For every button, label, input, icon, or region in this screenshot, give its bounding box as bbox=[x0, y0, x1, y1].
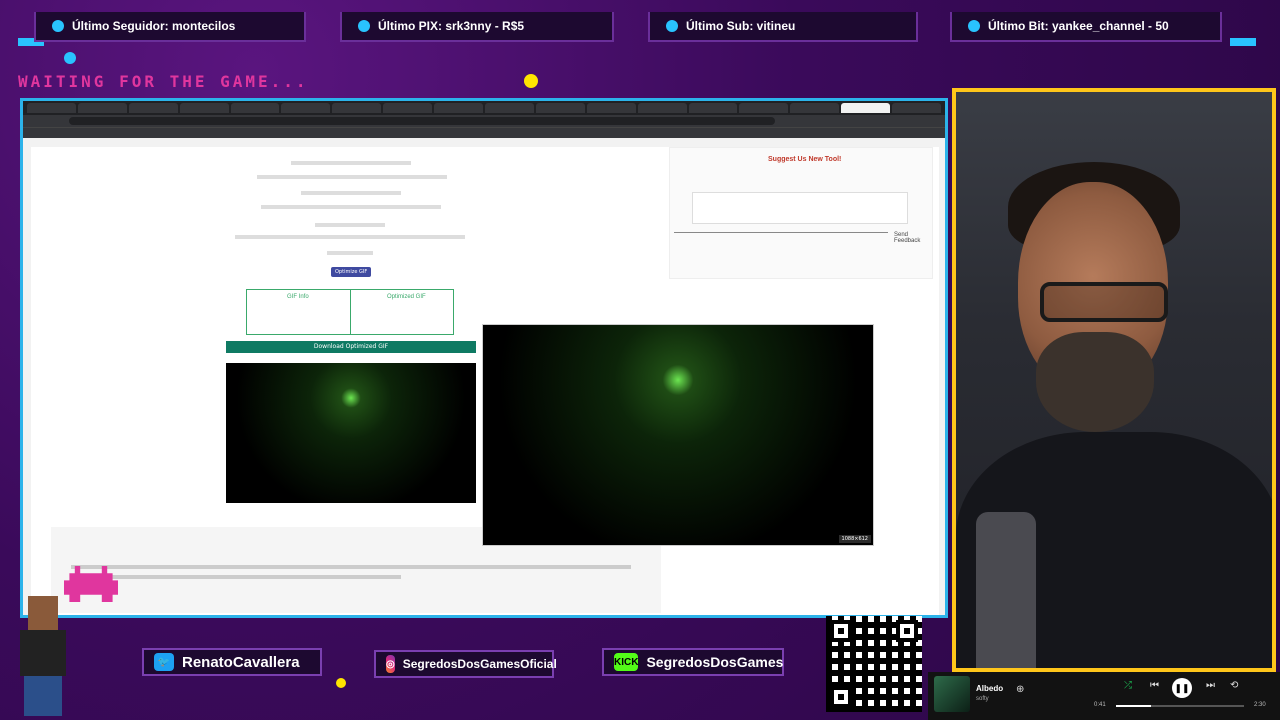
text-line bbox=[315, 223, 385, 227]
qr-finder bbox=[896, 620, 918, 642]
kick-handle: KICK SegredosDosGames bbox=[602, 648, 784, 676]
browser-tab[interactable] bbox=[586, 103, 636, 113]
alert-last-follower: Último Seguidor: montecilos bbox=[34, 12, 306, 42]
browser-tab-active[interactable] bbox=[841, 103, 891, 113]
instagram-handle: ◎ SegredosDosGamesOficial bbox=[374, 650, 557, 678]
suggest-tool-panel: Suggest Us New Tool! Send Feedback bbox=[669, 147, 933, 279]
qr-finder bbox=[830, 620, 852, 642]
sprite-legs bbox=[24, 676, 62, 716]
elapsed-time: 0:41 bbox=[1094, 702, 1106, 708]
browser-tab[interactable] bbox=[179, 103, 229, 113]
gif-info-title: GIF Info bbox=[287, 294, 309, 300]
heart-icon bbox=[968, 20, 980, 32]
sprite-body bbox=[20, 630, 66, 676]
alert-last-bit: Último Bit: yankee_channel - 50 bbox=[950, 12, 1222, 42]
next-icon[interactable]: ⏭ bbox=[1206, 680, 1215, 691]
browser-tab[interactable] bbox=[230, 103, 280, 113]
twitter-icon: 🐦 bbox=[154, 653, 174, 671]
alert-sub-text: Último Sub: vitineu bbox=[686, 19, 796, 33]
optimize-gif-button[interactable]: Optimize GIF bbox=[331, 267, 372, 277]
browser-tab[interactable] bbox=[688, 103, 738, 113]
browser-tab[interactable] bbox=[434, 103, 484, 113]
yellow-pacman-dot bbox=[524, 74, 538, 88]
alert-bit-text: Último Bit: yankee_channel - 50 bbox=[988, 19, 1169, 33]
email-input[interactable] bbox=[674, 232, 888, 233]
suggestion-textarea[interactable] bbox=[692, 192, 908, 224]
twitter-handle: 🐦 RenatoCavallera bbox=[142, 648, 322, 676]
qr-label: livepix.gg/segredosdosgames bbox=[826, 602, 932, 611]
pause-button[interactable]: ❚❚ bbox=[1172, 678, 1192, 698]
text-line bbox=[261, 205, 441, 209]
browser-tab[interactable] bbox=[485, 103, 534, 113]
webcam-feed bbox=[952, 88, 1276, 672]
browser-tab[interactable] bbox=[128, 103, 178, 113]
browser-tab[interactable] bbox=[790, 103, 840, 113]
text-line bbox=[327, 251, 373, 255]
instagram-icon: ◎ bbox=[386, 655, 395, 673]
qr-finder bbox=[830, 686, 852, 708]
optimized-gif-title: Optimized GIF bbox=[387, 294, 426, 300]
blue-dot bbox=[64, 52, 76, 64]
dollar-icon bbox=[358, 20, 370, 32]
url-input[interactable] bbox=[69, 117, 775, 125]
text-line bbox=[71, 575, 401, 579]
user-icon bbox=[52, 20, 64, 32]
alert-last-pix: Último PIX: srk3nny - R$5 bbox=[340, 12, 614, 42]
album-art bbox=[934, 676, 970, 712]
shuffle-icon[interactable]: ⤮ bbox=[1124, 680, 1132, 691]
divider bbox=[350, 290, 351, 334]
yellow-dot bbox=[336, 678, 346, 688]
alert-pix-text: Último PIX: srk3nny - R$5 bbox=[378, 19, 525, 33]
alert-last-sub: Último Sub: vitineu bbox=[648, 12, 918, 42]
address-bar-row bbox=[23, 115, 945, 127]
alert-follower-text: Último Seguidor: montecilos bbox=[72, 19, 236, 33]
browser-tab[interactable] bbox=[281, 103, 331, 113]
browser-tab[interactable] bbox=[77, 103, 127, 113]
duration-time: 2:30 bbox=[1254, 702, 1266, 708]
text-line bbox=[235, 235, 465, 239]
progress-bar[interactable] bbox=[1116, 705, 1244, 707]
sprite-head bbox=[28, 596, 58, 630]
browser-tab[interactable] bbox=[739, 103, 789, 113]
top-alert-bar: Último Seguidor: montecilos Último PIX: … bbox=[0, 0, 1280, 52]
instagram-name: SegredosDosGamesOficial bbox=[402, 657, 557, 671]
gif-info-panel: GIF Info Optimized GIF bbox=[246, 289, 454, 335]
browser-tab[interactable] bbox=[637, 103, 687, 113]
add-icon[interactable]: ⊕ bbox=[1016, 684, 1024, 695]
pixel-decoration bbox=[1230, 38, 1256, 46]
waiting-text: WAITING FOR THE GAME... bbox=[18, 72, 309, 91]
send-feedback-button[interactable]: Send Feedback bbox=[894, 232, 932, 244]
browser-tab[interactable] bbox=[535, 103, 585, 113]
track-title: Albedo bbox=[976, 684, 1004, 693]
gif-preview-image bbox=[226, 363, 476, 503]
bookmarks-bar bbox=[23, 127, 945, 138]
streamer-glasses bbox=[1040, 282, 1168, 322]
repeat-icon[interactable]: ⟲ bbox=[1230, 680, 1238, 691]
download-optimized-gif-button[interactable]: Download Optimized GIF bbox=[226, 341, 476, 353]
track-artist: softy bbox=[976, 696, 989, 702]
text-line bbox=[291, 161, 411, 165]
text-line bbox=[257, 175, 447, 179]
livepix-qr-code[interactable] bbox=[826, 616, 922, 712]
microphone bbox=[976, 512, 1036, 668]
browser-tab[interactable] bbox=[892, 103, 942, 113]
kick-name: SegredosDosGames bbox=[646, 654, 784, 670]
previous-icon[interactable]: ⏮ bbox=[1150, 680, 1159, 691]
browser-tab-strip bbox=[23, 101, 945, 115]
image-size-badge: 1088×612 bbox=[838, 535, 871, 543]
browser-tab[interactable] bbox=[27, 103, 76, 113]
streamer-beard bbox=[1036, 332, 1154, 432]
twitter-name: RenatoCavallera bbox=[182, 653, 300, 671]
pixel-character-sprite bbox=[6, 596, 80, 716]
browser-tab[interactable] bbox=[332, 103, 382, 113]
progress-fill bbox=[1116, 705, 1151, 707]
music-player: Albedo softy ⊕ ⤮ ⏮ ❚❚ ⏭ ⟲ 0:41 2:30 bbox=[928, 672, 1280, 720]
kick-icon: KICK bbox=[614, 653, 639, 671]
zoomed-gif-preview: 1088×612 bbox=[482, 324, 874, 546]
browser-tab[interactable] bbox=[383, 103, 433, 113]
suggest-title: Suggest Us New Tool! bbox=[768, 156, 842, 163]
star-icon bbox=[666, 20, 678, 32]
text-line bbox=[301, 191, 401, 195]
text-line bbox=[71, 565, 631, 569]
